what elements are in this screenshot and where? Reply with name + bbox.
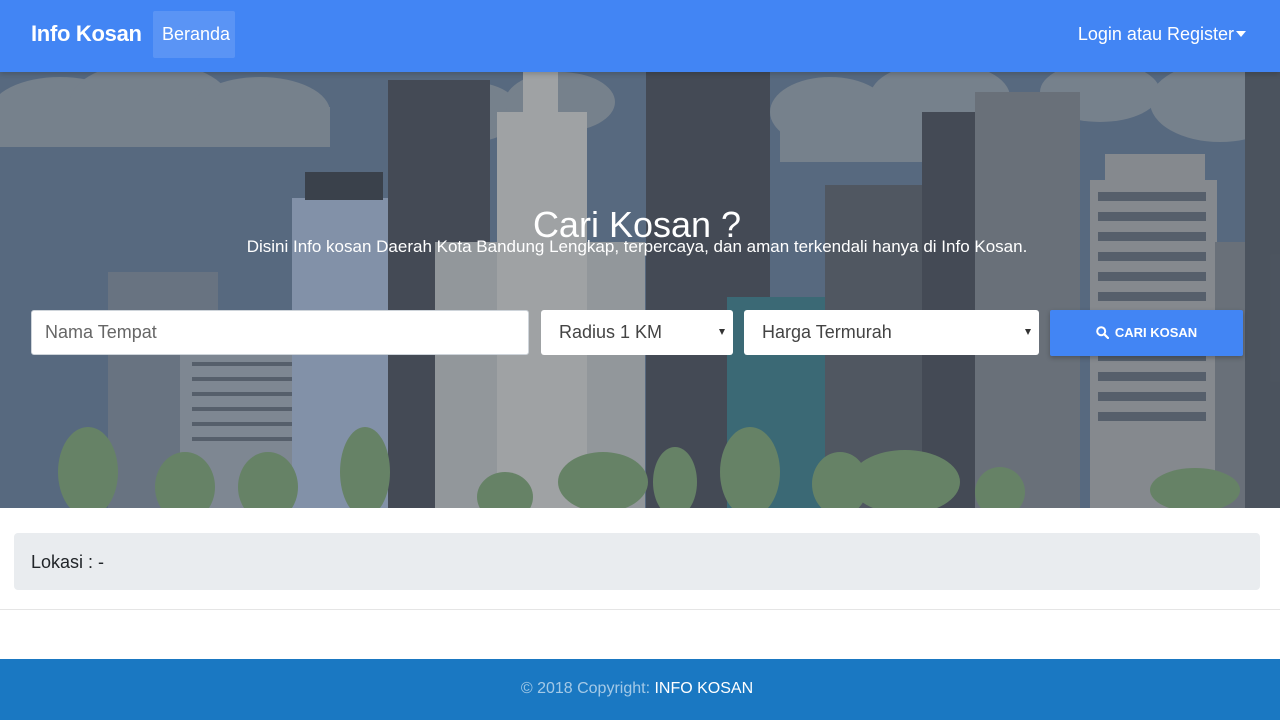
search-icon: [1096, 326, 1109, 340]
dropdown-arrow-icon: [719, 329, 725, 335]
divider: [0, 609, 1280, 610]
city-background-illustration: [0, 72, 1280, 508]
dropdown-arrow-icon: [1025, 329, 1031, 335]
brand-logo[interactable]: Info Kosan: [31, 21, 142, 47]
nama-tempat-input[interactable]: [31, 310, 529, 355]
harga-select[interactable]: Harga Termurah: [744, 310, 1039, 355]
footer-link[interactable]: INFO KOSAN: [654, 680, 753, 697]
radius-select-value: Radius 1 KM: [559, 322, 663, 342]
footer: © 2018 Copyright: INFO KOSAN: [0, 659, 1280, 720]
lokasi-panel: Lokasi : -: [14, 533, 1260, 590]
harga-select-value: Harga Termurah: [762, 322, 892, 342]
nav-item-beranda[interactable]: Beranda: [162, 24, 230, 45]
navbar: Info Kosan Beranda Login atau Register: [0, 0, 1280, 72]
hero-subtitle: Disini Info kosan Daerah Kota Bandung Le…: [246, 237, 1028, 256]
caret-down-icon[interactable]: [1236, 31, 1246, 37]
cari-kosan-button[interactable]: CARI KOSAN: [1050, 310, 1243, 356]
hero-section: Cari Kosan ?: [0, 72, 1280, 508]
cari-kosan-label: CARI KOSAN: [1114, 325, 1198, 340]
footer-copyright-text: © 2018 Copyright:: [520, 680, 655, 697]
lokasi-label: Lokasi : -: [31, 552, 105, 572]
radius-select[interactable]: Radius 1 KM: [541, 310, 733, 355]
login-register-dropdown[interactable]: Login atau Register: [1078, 24, 1234, 45]
footer-copyright: © 2018 Copyright: INFO KOSAN: [0, 680, 1274, 698]
